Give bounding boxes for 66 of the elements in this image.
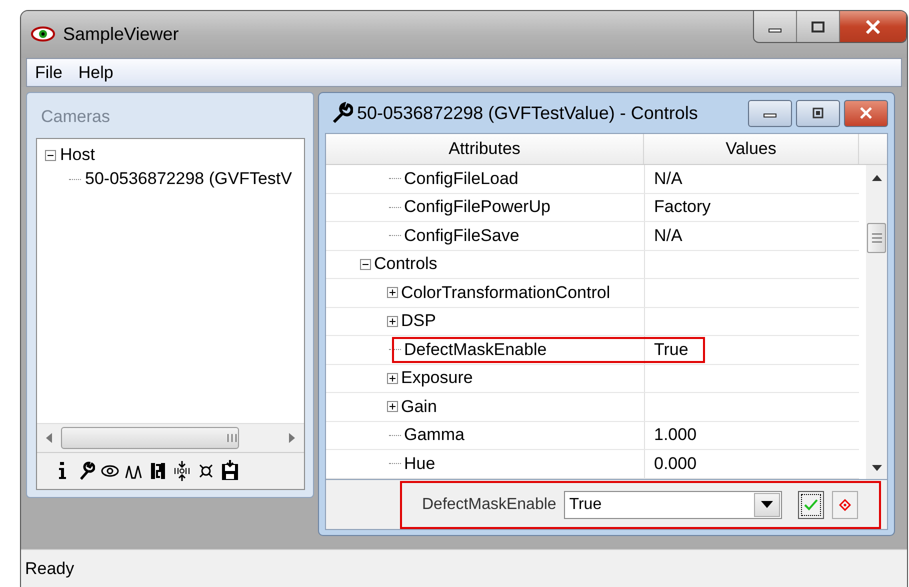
attribute-value: True — [654, 340, 688, 360]
collapse-icon[interactable] — [45, 150, 56, 160]
attribute-label[interactable]: Gamma — [404, 425, 464, 446]
attribute-label[interactable]: DSP — [401, 311, 436, 332]
expand-icon[interactable] — [387, 372, 398, 384]
scroll-up-icon — [872, 175, 882, 181]
revert-button[interactable] — [832, 490, 858, 518]
scroll-right-icon — [288, 433, 296, 443]
close-button[interactable] — [840, 11, 906, 42]
collapse-icon[interactable] — [360, 258, 371, 270]
field-label: DefectMaskEnable — [422, 496, 556, 514]
vertical-scrollbar[interactable] — [866, 165, 887, 479]
maximize-button[interactable] — [797, 11, 840, 42]
horizontal-scrollbar[interactable] — [37, 423, 304, 452]
dropdown-arrow-icon — [761, 501, 774, 508]
attribute-label[interactable]: Exposure — [401, 368, 473, 388]
minimize-button[interactable] — [748, 100, 792, 126]
attribute-label[interactable]: Controls — [374, 254, 438, 274]
attribute-value: N/A — [654, 226, 682, 246]
close-button[interactable] — [844, 100, 888, 126]
grip-icon — [226, 433, 238, 443]
attribute-label[interactable]: ConfigFileSave — [404, 226, 520, 246]
apply-button[interactable] — [798, 490, 824, 518]
attribute-value: 1.000 — [654, 425, 697, 446]
eye-icon — [31, 26, 55, 42]
panel-title: Cameras — [40, 106, 111, 128]
minimize-icon — [768, 28, 782, 33]
minimize-icon — [763, 113, 777, 118]
revert-icon — [839, 498, 852, 510]
wrench-icon[interactable] — [77, 460, 95, 482]
menu-item[interactable]: Help — [70, 62, 122, 82]
expand-icon[interactable] — [387, 287, 398, 298]
column-header[interactable]: Attributes — [326, 134, 644, 164]
expand-icon[interactable] — [387, 316, 398, 327]
tree-item[interactable]: Host — [60, 145, 95, 165]
close-icon — [859, 107, 873, 119]
close-icon — [865, 20, 881, 34]
value-dropdown[interactable]: True — [564, 490, 782, 518]
window-title: 50-0536872298 (GVFTestValue) - Controls — [357, 102, 698, 124]
maximize-icon — [811, 20, 825, 32]
grip-icon — [872, 233, 882, 243]
attribute-label[interactable]: Hue — [404, 454, 436, 474]
attribute-label[interactable]: ColorTransformationControl — [401, 282, 610, 303]
attribute-label[interactable]: Gain — [401, 396, 437, 417]
column-header[interactable]: Values — [644, 134, 859, 164]
status-text: Ready — [24, 559, 74, 579]
expand-icon[interactable] — [387, 401, 398, 412]
minimize-button[interactable] — [754, 11, 797, 42]
attribute-value: 0.000 — [654, 454, 697, 474]
attribute-value: N/A — [654, 168, 682, 189]
wrench-icon — [331, 102, 353, 124]
checkmark-icon — [804, 498, 818, 510]
save-icon[interactable] — [221, 460, 239, 482]
restore-icon — [812, 107, 824, 119]
menu-item[interactable]: File — [27, 62, 70, 82]
attribute-value: Factory — [654, 197, 711, 218]
scroll-down-icon — [872, 465, 882, 471]
scroll-left-icon — [45, 433, 53, 443]
tree-item[interactable]: 50-0536872298 (GVFTestV — [85, 169, 292, 189]
restore-button[interactable] — [796, 100, 840, 126]
split-icon[interactable] — [173, 460, 191, 482]
attribute-label[interactable]: ConfigFileLoad — [404, 168, 518, 189]
attribute-label[interactable]: ConfigFilePowerUp — [404, 197, 550, 218]
film-strip-icon[interactable] — [149, 460, 167, 482]
window-title: SampleViewer — [63, 24, 179, 45]
attribute-label[interactable]: DefectMaskEnable — [404, 340, 547, 360]
